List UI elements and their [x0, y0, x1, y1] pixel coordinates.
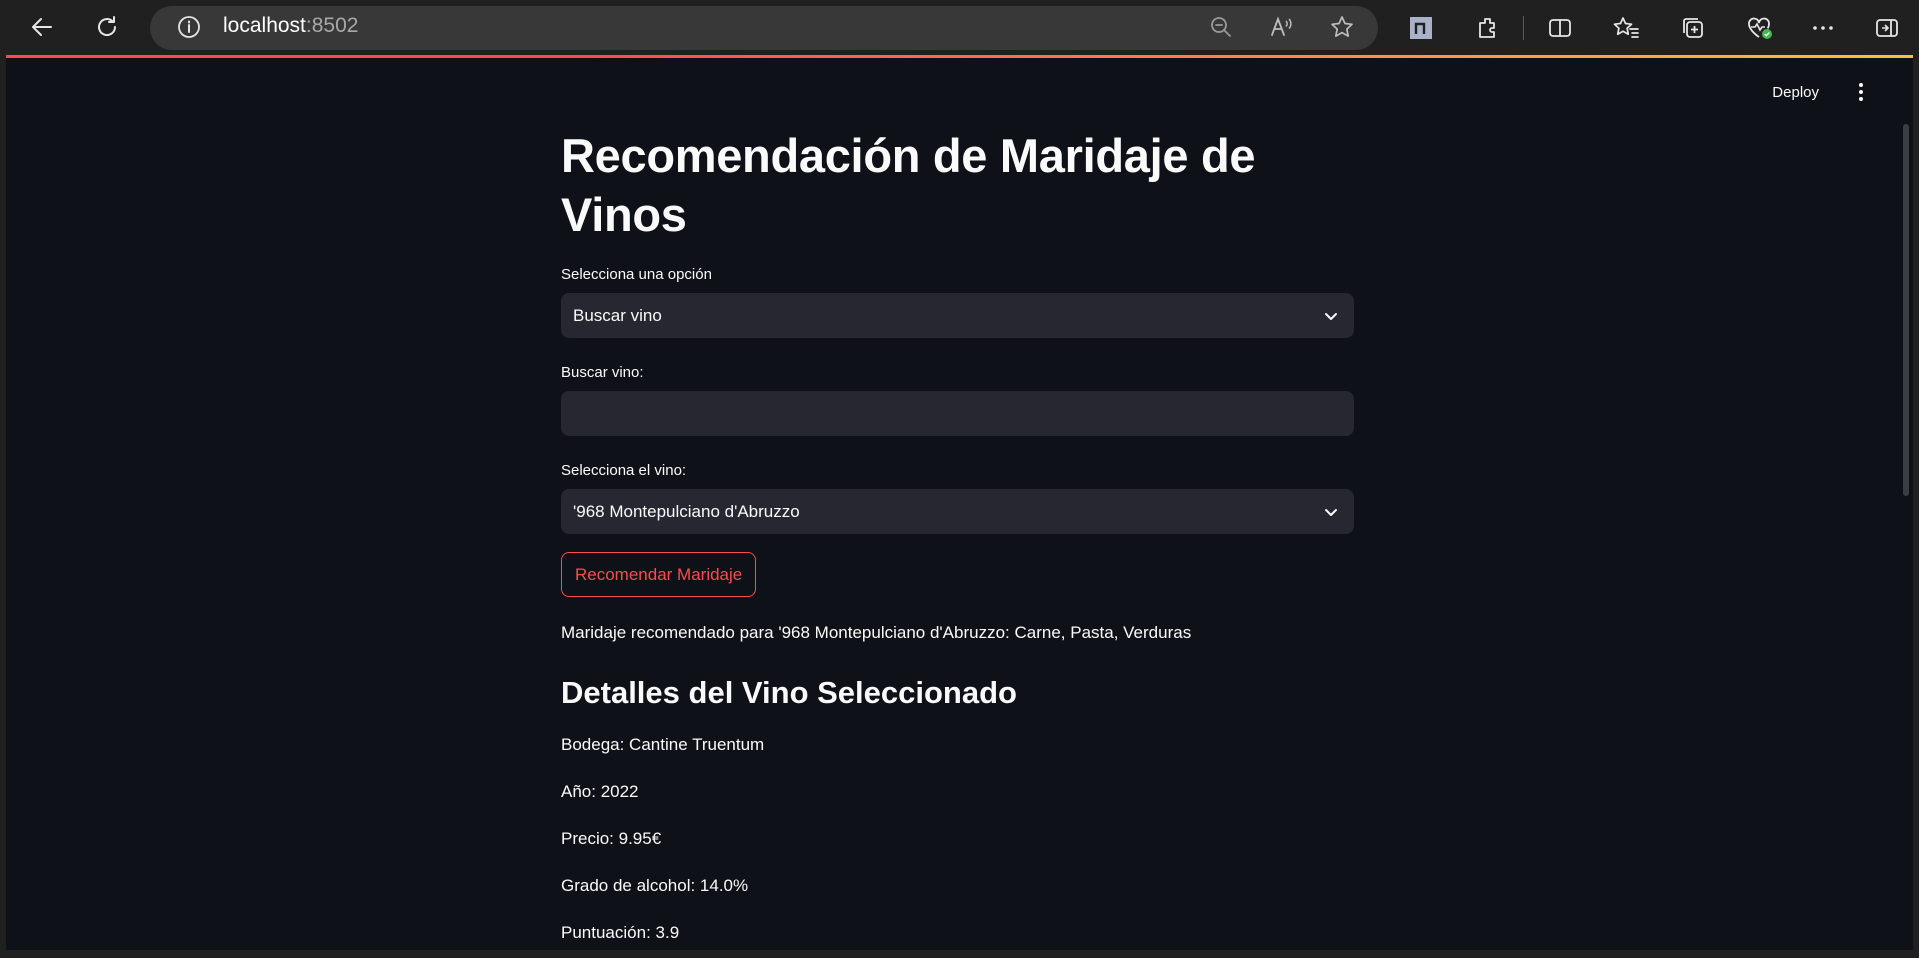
url-port: :8502 — [305, 14, 359, 37]
detail-winery: Bodega: Cantine Truentum — [561, 735, 765, 754]
detail-alcohol: Grado de alcohol: 14.0% — [561, 876, 749, 895]
site-info-icon[interactable] — [174, 12, 204, 42]
sidebar-toggle-icon[interactable] — [1870, 11, 1904, 45]
wine-details: Bodega: Cantine Truentum Año: 2022 Preci… — [561, 721, 1354, 950]
detail-price: Precio: 9.95€ — [561, 829, 662, 848]
browser-essentials-icon[interactable] — [1743, 11, 1777, 45]
read-aloud-icon[interactable] — [1267, 12, 1297, 42]
recommend-button[interactable]: Recomendar Maridaje — [561, 552, 757, 597]
detail-rating: Puntuación: 3.9 — [561, 923, 680, 942]
search-label: Buscar vino: — [561, 364, 644, 381]
more-options-icon[interactable] — [1806, 11, 1840, 45]
url-host: localhost — [223, 14, 306, 37]
option-select-label: Selecciona una opción — [561, 266, 712, 283]
back-icon[interactable] — [24, 9, 60, 45]
details-heading: Detalles del Vino Seleccionado — [561, 675, 1017, 710]
streamlit-app: Deploy Recomendación de Maridaje de Vino… — [6, 58, 1913, 950]
page-title: Recomendación de Maridaje de Vinos — [561, 129, 1256, 241]
recommendation-result: Maridaje recomendado para '968 Montepulc… — [561, 623, 1192, 642]
extensions-icon[interactable] — [1471, 11, 1505, 45]
favorite-star-icon[interactable] — [1327, 12, 1357, 42]
deploy-button[interactable]: Deploy — [1772, 84, 1819, 101]
collections-icon[interactable] — [1676, 11, 1710, 45]
scrollbar[interactable] — [1903, 124, 1909, 496]
window-bottom-edge — [0, 950, 1919, 958]
option-select[interactable]: Buscar vino — [561, 293, 1354, 338]
search-input[interactable] — [573, 391, 1354, 436]
extension-n-icon[interactable] — [1404, 11, 1438, 45]
main-content: Recomendación de Maridaje de Vinos Selec… — [561, 126, 1354, 950]
reload-icon[interactable] — [89, 9, 125, 45]
zoom-out-icon[interactable] — [1206, 12, 1236, 42]
main-menu-icon[interactable] — [1847, 78, 1875, 106]
chevron-down-icon — [1325, 313, 1337, 320]
split-screen-icon[interactable] — [1543, 11, 1577, 45]
wine-select-value: '968 Montepulciano d'Abruzzo — [573, 501, 800, 521]
detail-year: Año: 2022 — [561, 782, 639, 801]
toolbar-divider — [1523, 16, 1524, 40]
favorites-icon[interactable] — [1609, 11, 1643, 45]
chevron-down-icon — [1325, 509, 1337, 516]
url-text[interactable]: localhost:8502 — [223, 14, 358, 38]
browser-toolbar: localhost:8502 — [0, 0, 1919, 55]
option-select-value: Buscar vino — [573, 305, 662, 325]
wine-select-label: Selecciona el vino: — [561, 462, 687, 479]
search-field[interactable] — [561, 391, 1354, 436]
wine-select[interactable]: '968 Montepulciano d'Abruzzo — [561, 489, 1354, 534]
